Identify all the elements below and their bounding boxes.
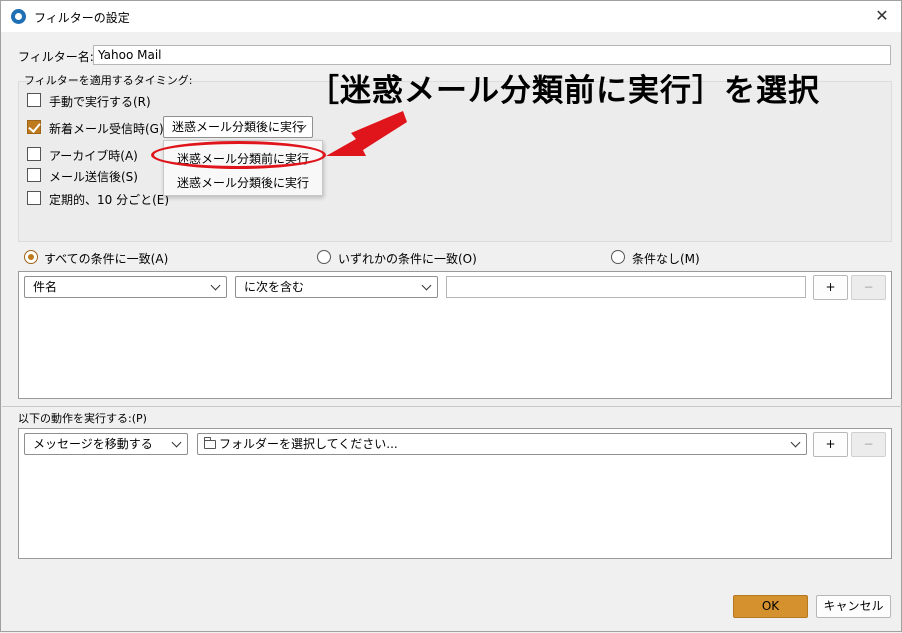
condition-operator-select[interactable]: に次を含む bbox=[235, 276, 438, 298]
folder-icon bbox=[204, 437, 216, 449]
ok-button[interactable]: OK bbox=[733, 595, 808, 618]
condition-field-select[interactable]: 件名 bbox=[24, 276, 227, 298]
cancel-button[interactable]: キャンセル bbox=[816, 595, 891, 618]
remove-action-button[interactable]: − bbox=[851, 432, 886, 457]
action-type-value: メッセージを移動する bbox=[33, 437, 153, 451]
match-none-radio[interactable] bbox=[611, 250, 625, 264]
target-folder-select[interactable]: フォルダーを選択してください... bbox=[197, 433, 807, 455]
section-divider bbox=[2, 406, 902, 407]
match-all-label: すべての条件に一致(A) bbox=[44, 252, 169, 266]
add-condition-button[interactable]: + bbox=[813, 275, 848, 300]
match-any-label: いずれかの条件に一致(O) bbox=[338, 252, 477, 266]
filter-settings-dialog: フィルターの設定 ✕ フィルター名:(I) Yahoo Mail フィルターを適… bbox=[0, 0, 902, 632]
match-all-radio[interactable] bbox=[24, 250, 38, 264]
match-none-label: 条件なし(M) bbox=[632, 252, 700, 266]
actions-heading: 以下の動作を実行する:(P) bbox=[18, 412, 147, 425]
condition-operator-value: に次を含む bbox=[244, 280, 305, 294]
chevron-down-icon bbox=[171, 437, 182, 448]
target-folder-value: フォルダーを選択してください... bbox=[219, 437, 398, 451]
match-any-radio[interactable] bbox=[317, 250, 331, 264]
chevron-down-icon bbox=[210, 280, 221, 291]
chevron-down-icon bbox=[790, 437, 801, 448]
condition-value-input[interactable] bbox=[446, 276, 806, 298]
action-type-select[interactable]: メッセージを移動する bbox=[24, 433, 188, 455]
chevron-down-icon bbox=[421, 280, 432, 291]
condition-field-value: 件名 bbox=[33, 280, 58, 294]
remove-condition-button[interactable]: − bbox=[851, 275, 886, 300]
add-action-button[interactable]: + bbox=[813, 432, 848, 457]
